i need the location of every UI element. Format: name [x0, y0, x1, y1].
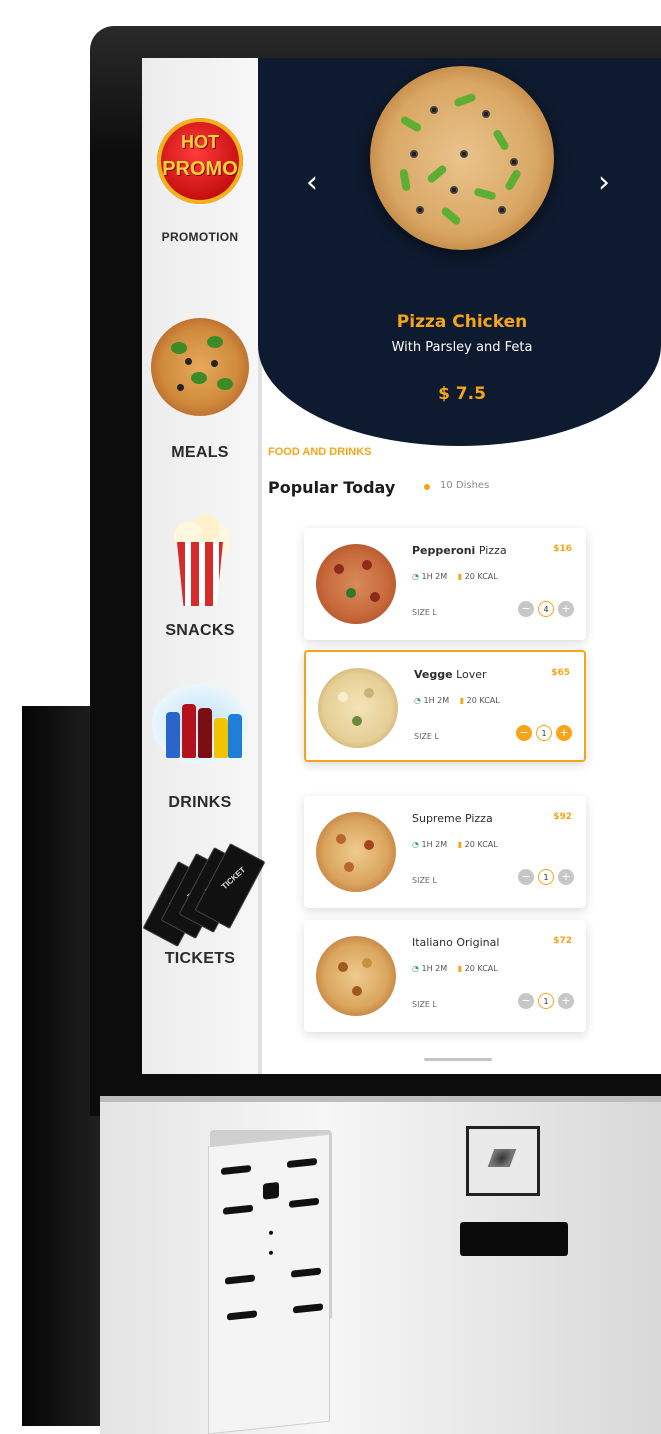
hot-promo-badge-icon: HOT PROMO: [157, 118, 243, 204]
popcorn-icon: [171, 506, 229, 606]
dish-count: 10 Dishes: [440, 480, 490, 491]
nav-label-snacks: SNACKS: [165, 622, 235, 639]
product-name: Supreme Pizza: [412, 812, 493, 825]
clock-icon: ◔: [412, 572, 419, 581]
decrease-button[interactable]: −: [518, 600, 534, 617]
carousel-next-icon[interactable]: ›: [598, 168, 610, 198]
carousel-prev-icon[interactable]: ‹: [306, 168, 318, 198]
kiosk-base-edge: [100, 1096, 661, 1102]
flame-icon: ▮: [457, 840, 463, 849]
pizza-thumbnail: [318, 668, 398, 748]
nav-item-promotion[interactable]: HOT PROMO PROMOTION: [142, 118, 258, 244]
kiosk-screen: HOT PROMO PROMOTION MEALS SNACKS DRINKS …: [142, 58, 661, 1074]
barcode-scanner: [466, 1126, 540, 1196]
clock-icon: ◔: [414, 696, 421, 705]
quantity-stepper: −1 +: [512, 722, 572, 741]
product-card[interactable]: Italiano Original $72 ◔ 1H 2M ▮ 20 KCAL …: [304, 920, 586, 1032]
product-name: Italiano Original: [412, 936, 500, 949]
nav-item-tickets[interactable]: TICKET TICKET TICKET TICKET TICKETS: [142, 843, 266, 968]
section-title: Popular Today: [268, 478, 396, 497]
featured-subtitle: With Parsley and Feta: [391, 340, 533, 355]
pizza-thumbnail: [316, 936, 396, 1016]
promo-badge-line-1: HOT: [181, 132, 219, 152]
list-scrollbar[interactable]: [424, 1058, 492, 1061]
pizza-thumbnail: [316, 544, 396, 624]
nav-item-snacks[interactable]: SNACKS: [142, 506, 258, 640]
product-meta: ◔ 1H 2M ▮ 20 KCAL: [414, 696, 500, 705]
section-eyebrow: FOOD AND DRINKS: [268, 446, 372, 458]
kiosk-base: [100, 1096, 661, 1434]
product-size: SIZE L: [412, 876, 437, 885]
product-price: $65: [551, 668, 570, 678]
decrease-button[interactable]: −: [516, 724, 532, 741]
product-name: Vegge Lover: [414, 668, 487, 681]
product-card[interactable]: Pepperoni Pizza $16 ◔ 1H 2M ▮ 20 KCAL SI…: [304, 528, 586, 640]
quantity-value: 1: [536, 724, 552, 741]
product-price: $92: [553, 812, 572, 822]
quantity-value: 4: [538, 600, 554, 617]
quantity-stepper: −4 +: [514, 598, 574, 617]
nav-label-promotion: PROMOTION: [161, 230, 239, 244]
card-reader-slot: [460, 1222, 568, 1256]
quantity-stepper: −1 +: [514, 866, 574, 885]
product-size: SIZE L: [412, 608, 437, 617]
product-price: $16: [553, 544, 572, 554]
product-name: Pepperoni Pizza: [412, 544, 507, 557]
category-sidebar: HOT PROMO PROMOTION MEALS SNACKS DRINKS …: [142, 58, 266, 1074]
clock-icon: ◔: [412, 964, 419, 973]
nav-label-tickets: TICKETS: [164, 950, 236, 967]
flame-icon: ▮: [457, 964, 463, 973]
featured-price: $ 7.5: [438, 384, 486, 404]
meals-pizza-icon: [151, 318, 249, 416]
increase-button[interactable]: +: [558, 600, 574, 617]
tickets-icon: TICKET TICKET TICKET TICKET: [142, 843, 266, 947]
increase-button[interactable]: +: [558, 868, 574, 885]
increase-button[interactable]: +: [558, 992, 574, 1009]
flame-icon: ▮: [457, 572, 463, 581]
pizza-thumbnail: [316, 812, 396, 892]
product-price: $72: [553, 936, 572, 946]
drinks-bottles-icon: [152, 684, 248, 764]
section-dot-icon: [424, 484, 430, 490]
featured-title: Pizza Chicken: [396, 312, 528, 332]
product-size: SIZE L: [412, 1000, 437, 1009]
product-meta: ◔ 1H 2M ▮ 20 KCAL: [412, 964, 498, 973]
decrease-button[interactable]: −: [518, 992, 534, 1009]
nav-item-drinks[interactable]: DRINKS: [142, 684, 258, 812]
receipt-paper: [208, 1133, 330, 1434]
product-meta: ◔ 1H 2M ▮ 20 KCAL: [412, 572, 498, 581]
scanner-lens-icon: [487, 1149, 517, 1167]
promo-badge-line-2: PROMO: [162, 158, 238, 180]
nav-label-meals: MEALS: [171, 444, 229, 461]
increase-button[interactable]: +: [556, 724, 572, 741]
featured-pizza-image: [370, 66, 554, 250]
quantity-value: 1: [538, 868, 554, 885]
flame-icon: ▮: [459, 696, 465, 705]
decrease-button[interactable]: −: [518, 868, 534, 885]
product-card-selected[interactable]: Vegge Lover $65 ◔ 1H 2M ▮ 20 KCAL SIZE L…: [304, 650, 586, 762]
quantity-value: 1: [538, 992, 554, 1009]
product-card[interactable]: Supreme Pizza $92 ◔ 1H 2M ▮ 20 KCAL SIZE…: [304, 796, 586, 908]
quantity-stepper: −1 +: [514, 990, 574, 1009]
clock-icon: ◔: [412, 840, 419, 849]
nav-label-drinks: DRINKS: [168, 794, 232, 811]
nav-item-meals[interactable]: MEALS: [142, 318, 258, 462]
product-meta: ◔ 1H 2M ▮ 20 KCAL: [412, 840, 498, 849]
product-size: SIZE L: [414, 732, 439, 741]
